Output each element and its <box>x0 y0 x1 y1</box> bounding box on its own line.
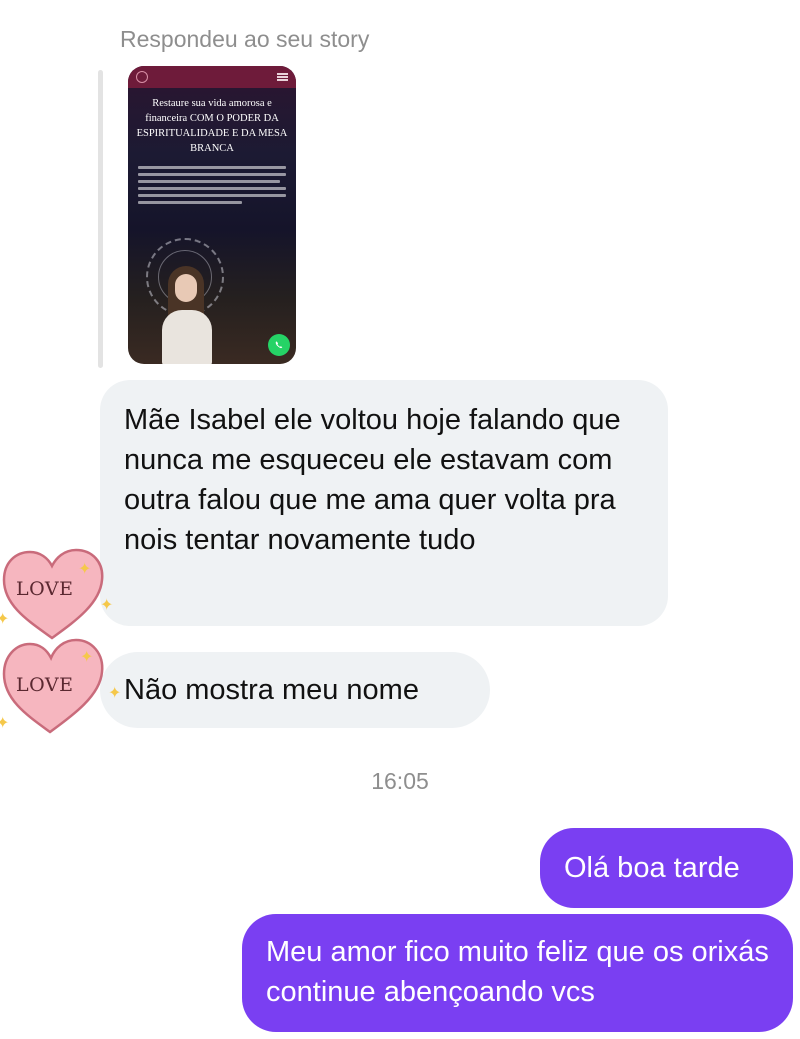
mandala-logo-icon <box>136 71 148 83</box>
story-headline: Restaure sua vida amorosa e financeira C… <box>136 98 288 154</box>
outgoing-message[interactable]: Meu amor fico muito feliz que os orixás … <box>242 914 793 1032</box>
sparkle-icon: ✦ <box>80 649 94 666</box>
love-heart-sticker: LOVE ✦ ✦ ✦ <box>0 546 120 646</box>
story-topbar <box>128 66 296 88</box>
sparkle-icon: ✦ <box>78 561 92 578</box>
sparkle-icon: ✦ <box>100 597 114 614</box>
sparkle-icon: ✦ <box>108 685 122 702</box>
sparkle-icon: ✦ <box>0 715 10 732</box>
message-timestamp: 16:05 <box>371 768 429 794</box>
story-reply-label: Respondeu ao seu story <box>120 26 370 52</box>
story-body-text <box>138 166 286 204</box>
incoming-message[interactable]: Não mostra meu nome <box>100 652 490 728</box>
outgoing-message[interactable]: Olá boa tarde <box>540 828 793 908</box>
story-preview[interactable]: Restaure sua vida amorosa e financeira C… <box>128 66 296 364</box>
sticker-label: LOVE <box>16 578 74 600</box>
sticker-label: LOVE <box>16 674 74 696</box>
love-heart-sticker: LOVE ✦ ✦ ✦ <box>0 636 122 736</box>
chat-thread: Respondeu ao seu story Restaure sua vida… <box>0 0 800 1039</box>
incoming-message[interactable]: Mãe Isabel ele voltou hoje falando que n… <box>100 380 668 626</box>
woman-portrait-image <box>158 266 216 364</box>
whatsapp-icon[interactable] <box>268 334 290 356</box>
hamburger-menu-icon <box>277 73 288 81</box>
story-reply-divider <box>98 70 103 368</box>
sparkle-icon: ✦ <box>0 611 10 628</box>
